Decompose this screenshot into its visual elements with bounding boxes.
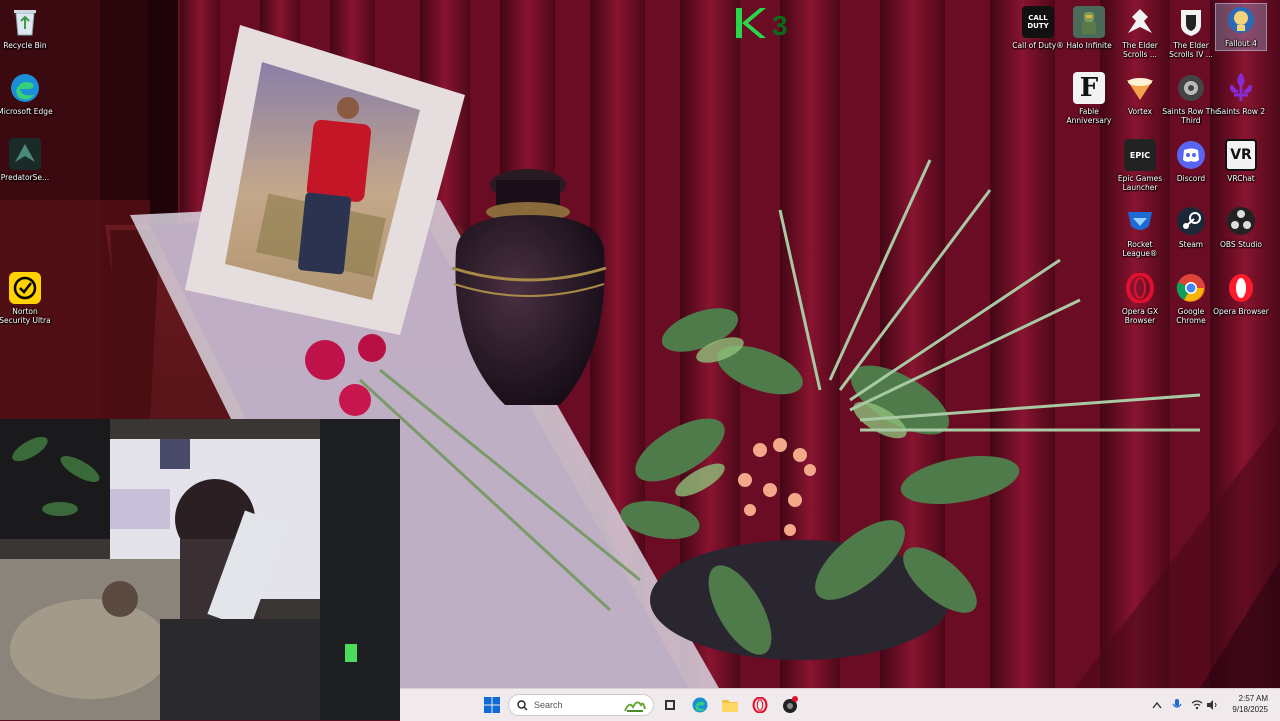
desktop-icon-steam[interactable]: Steam xyxy=(1166,205,1216,249)
desktop-icon-fallout-4[interactable]: Fallout 4 xyxy=(1215,3,1267,51)
taskbar-file-explorer-button[interactable] xyxy=(718,693,742,717)
windows-logo-icon xyxy=(484,697,500,713)
desktop-icon-label: OBS Studio xyxy=(1220,240,1262,249)
desktop-icon-recycle-bin[interactable]: Recycle Bin xyxy=(0,6,50,50)
predator-sense-icon xyxy=(9,138,41,170)
desktop-icon-label: The Elder Scrolls ... xyxy=(1122,41,1158,59)
microphone-icon xyxy=(1172,699,1182,708)
desktop-icon-label: Fable Anniversary xyxy=(1066,107,1112,125)
webcam-overlay xyxy=(0,419,400,720)
desktop-icon-label: Recycle Bin xyxy=(3,41,47,50)
vortex-icon xyxy=(1124,72,1156,104)
show-hidden-icons-button[interactable] xyxy=(1150,698,1164,712)
task-view-button[interactable] xyxy=(658,693,682,717)
elder-scrolls-oblivion-icon xyxy=(1175,6,1207,38)
rocket-league-icon xyxy=(1124,205,1156,237)
search-icon xyxy=(517,699,528,711)
vrchat-icon: VR xyxy=(1225,139,1257,171)
folder-icon xyxy=(722,700,738,712)
taskbar: Search 2:57 AM 9/18/2025 xyxy=(400,688,1280,721)
desktop-icon-saints-row-third[interactable]: Saints Row The Third xyxy=(1162,72,1220,125)
desktop-icon-predator-sense[interactable]: PredatorSe... xyxy=(0,138,50,182)
desktop-icon-label: PredatorSe... xyxy=(0,173,50,182)
desktop-icon-elder-scrolls-skyrim[interactable]: The Elder Scrolls ... xyxy=(1115,6,1165,59)
desktop-icon-label: Halo Infinite xyxy=(1066,41,1112,50)
search-placeholder: Search xyxy=(534,700,563,710)
desktop-icon-obs[interactable]: OBS Studio xyxy=(1216,205,1266,249)
desktop-icon-epic-games[interactable]: EPIC Epic Games Launcher xyxy=(1115,139,1165,192)
desktop-icon-label: Rocket League® xyxy=(1122,240,1158,258)
epic-games-icon: EPIC xyxy=(1124,139,1156,171)
desktop-icon-opera[interactable]: Opera Browser xyxy=(1213,272,1269,316)
opera-icon xyxy=(1225,272,1257,304)
k3-logo: 3 xyxy=(736,6,794,41)
desktop-icon-label: Epic Games Launcher xyxy=(1117,174,1163,192)
network-tray-button[interactable] xyxy=(1190,698,1204,712)
desktop-icon-norton[interactable]: Norton Security Ultra xyxy=(0,272,51,325)
taskbar-app-button[interactable] xyxy=(778,693,802,717)
desktop-icon-vortex[interactable]: Vortex xyxy=(1115,72,1165,116)
desktop-icon-rocket-league[interactable]: Rocket League® xyxy=(1115,205,1165,258)
fallout-icon xyxy=(1225,4,1257,36)
opera-gx-icon xyxy=(752,697,768,713)
desktop-icon-call-of-duty[interactable]: CALL DUTY Call of Duty® xyxy=(1012,6,1064,50)
norton-icon xyxy=(9,272,41,304)
desktop-icon-elder-scrolls-oblivion[interactable]: The Elder Scrolls IV ... xyxy=(1166,6,1216,59)
desktop-icon-vrchat[interactable]: VR VRChat xyxy=(1216,139,1266,183)
fable-icon: F xyxy=(1073,72,1105,104)
desktop-icon-saints-row-2[interactable]: Saints Row 2 xyxy=(1216,72,1266,116)
desktop-icon-label: VRChat xyxy=(1227,174,1255,183)
desktop-icon-label: Norton Security Ultra xyxy=(0,307,51,325)
desktop-icon-label: Call of Duty® xyxy=(1012,41,1064,50)
desktop-icon-fable[interactable]: F Fable Anniversary xyxy=(1064,72,1114,125)
halo-icon xyxy=(1073,6,1105,38)
desktop-icon-label: Vortex xyxy=(1127,107,1153,116)
clock-date: 9/18/2025 xyxy=(1232,705,1268,714)
desktop-icon-halo[interactable]: Halo Infinite xyxy=(1064,6,1114,50)
desktop-icon-label: Microsoft Edge xyxy=(0,107,53,116)
chrome-icon xyxy=(1175,272,1207,304)
call-of-duty-icon: CALL DUTY xyxy=(1022,6,1054,38)
app-icon xyxy=(783,696,798,713)
microphone-tray-button[interactable] xyxy=(1170,698,1184,712)
desktop-icon-chrome[interactable]: Google Chrome xyxy=(1166,272,1216,325)
taskbar-search-input[interactable]: Search xyxy=(508,694,654,716)
edge-icon xyxy=(692,697,708,713)
obs-icon xyxy=(1225,205,1257,237)
discord-icon xyxy=(1175,139,1207,171)
steam-icon xyxy=(1175,205,1207,237)
speaker-icon xyxy=(1207,700,1217,710)
chevron-up-icon xyxy=(1152,701,1162,709)
clock-time: 2:57 AM xyxy=(1238,694,1268,703)
search-highlight-icon xyxy=(623,697,647,713)
saints-row-third-icon xyxy=(1175,72,1207,104)
volume-tray-button[interactable] xyxy=(1206,698,1220,712)
desktop-icon-edge[interactable]: Microsoft Edge xyxy=(0,72,53,116)
desktop-icon-label: Fallout 4 xyxy=(1225,39,1257,48)
edge-icon xyxy=(9,72,41,104)
start-button[interactable] xyxy=(480,693,504,717)
desktop-icon-discord[interactable]: Discord xyxy=(1166,139,1216,183)
taskbar-clock[interactable]: 2:57 AM 9/18/2025 xyxy=(1232,693,1268,715)
wifi-icon xyxy=(1191,700,1203,710)
elder-scrolls-skyrim-icon xyxy=(1124,6,1156,38)
taskbar-edge-button[interactable] xyxy=(688,693,712,717)
desktop-icon-opera-gx[interactable]: Opera GX Browser xyxy=(1115,272,1165,325)
k3-logo-number: 3 xyxy=(772,10,788,40)
task-view-icon xyxy=(665,700,675,710)
desktop-icon-label: Opera GX Browser xyxy=(1121,307,1159,325)
desktop-icon-label: Opera Browser xyxy=(1213,307,1269,316)
desktop-icon-label: Saints Row 2 xyxy=(1216,107,1266,116)
opera-gx-icon xyxy=(1124,272,1156,304)
recycle-bin-icon xyxy=(9,6,41,38)
saints-row-2-icon xyxy=(1225,72,1257,104)
taskbar-opera-button[interactable] xyxy=(748,693,772,717)
